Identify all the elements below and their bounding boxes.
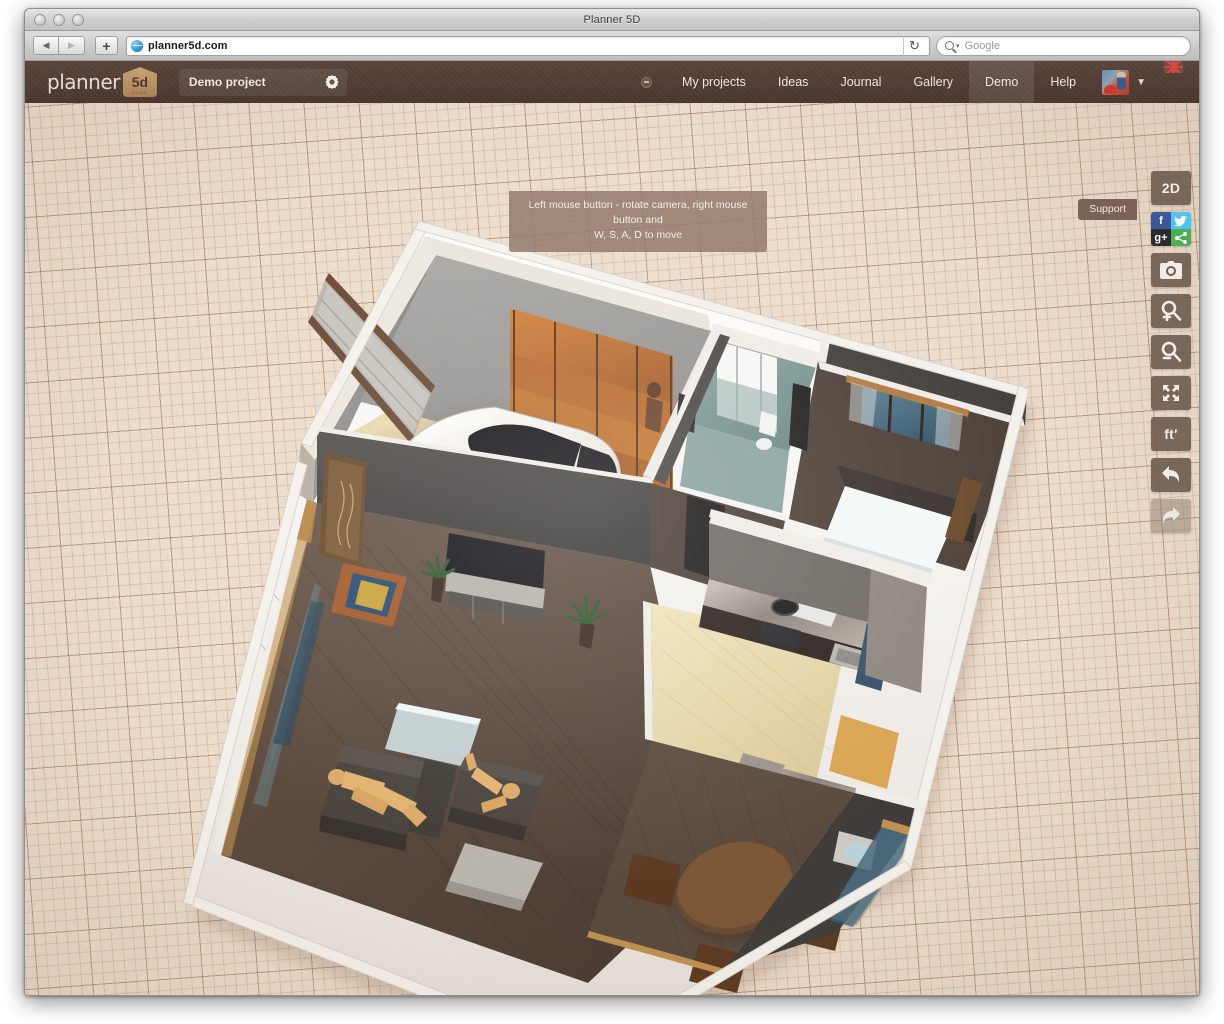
undo-icon (1160, 465, 1182, 485)
camera-hint-line-2: W, S, A, D to move (517, 228, 759, 243)
interior-door (319, 453, 367, 567)
back-button[interactable]: ◀ (33, 36, 59, 55)
project-name-text: Demo project (189, 75, 266, 89)
gear-icon[interactable] (325, 75, 339, 89)
zoom-in-button[interactable] (1151, 294, 1191, 328)
planner5d-app: MAZDA (25, 61, 1199, 996)
nav-item-ideas[interactable]: Ideas (762, 61, 825, 103)
nav-item-my-projects[interactable]: My projects (666, 61, 762, 103)
address-bar[interactable]: planner5d.com ↻ (126, 36, 930, 56)
nav-button-group: ◀ ▶ (33, 36, 85, 55)
language-flag-icon[interactable] (1164, 61, 1183, 73)
window-controls[interactable] (34, 14, 84, 26)
nav-item-gallery[interactable]: Gallery (897, 61, 969, 103)
brand-badge-number: 5d (132, 75, 148, 89)
units-button[interactable]: ft′ (1151, 417, 1191, 451)
new-tab-button[interactable]: + (95, 36, 118, 55)
undo-button[interactable] (1151, 458, 1191, 492)
nav-item-demo[interactable]: Demo (969, 61, 1034, 103)
forward-button[interactable]: ▶ (59, 36, 85, 55)
project-name-field[interactable]: Demo project (179, 69, 347, 96)
zoom-out-button[interactable] (1151, 335, 1191, 369)
redo-button[interactable] (1151, 499, 1191, 533)
search-icon (945, 41, 954, 50)
camera-icon (1160, 261, 1182, 279)
zoom-out-icon (1160, 341, 1182, 363)
reload-button[interactable]: ↻ (903, 36, 925, 56)
close-window-button[interactable] (34, 14, 46, 26)
minimize-window-button[interactable] (53, 14, 65, 26)
url-text: planner5d.com (148, 40, 228, 52)
nav-item-journal[interactable]: Journal (824, 61, 897, 103)
nav-item-help[interactable]: Help (1034, 61, 1092, 103)
units-label: ft′ (1164, 426, 1178, 442)
view-2d-label: 2D (1162, 180, 1181, 196)
window-title: Planner 5D (583, 14, 640, 26)
googleplus-share-icon[interactable]: g+ (1151, 229, 1171, 246)
search-input[interactable]: ▾ Google (936, 36, 1191, 56)
garage-person (645, 382, 663, 433)
main-nav: My projects Ideas Journal Gallery Demo H… (621, 61, 1199, 103)
brand-badge-icon: 5d HOME (123, 67, 157, 97)
fullscreen-button[interactable] (1151, 376, 1191, 410)
twitter-share-icon[interactable] (1171, 212, 1191, 229)
chevron-down-icon[interactable]: ▼ (1136, 77, 1146, 88)
camera-hint-line-1: Left mouse button - rotate camera, right… (517, 198, 759, 228)
screenshot-button[interactable] (1151, 253, 1191, 287)
zoom-in-icon (1160, 300, 1182, 322)
social-share-group[interactable]: f g+ (1151, 212, 1191, 246)
viewport-toolbar: 2D f g+ (1151, 171, 1191, 533)
brand-logo[interactable]: planner 5d HOME (47, 67, 157, 97)
share-icon[interactable] (1171, 229, 1191, 246)
avatar (1102, 70, 1129, 95)
browser-window: Planner 5D ◀ ▶ + planner5d.com ↻ ▾ Googl… (24, 8, 1200, 996)
chevron-down-icon[interactable]: ▾ (956, 42, 960, 50)
minus-circle-icon (641, 77, 652, 88)
search-placeholder: Google (965, 40, 1000, 52)
brand-text: planner (47, 70, 120, 94)
brand-badge-sub: HOME (132, 90, 148, 95)
browser-titlebar: Planner 5D (25, 9, 1199, 31)
maximize-window-button[interactable] (72, 14, 84, 26)
redo-icon (1160, 506, 1182, 526)
view-2d-button[interactable]: 2D (1151, 171, 1191, 205)
fullscreen-icon (1161, 383, 1181, 403)
design-canvas[interactable]: MAZDA (25, 103, 1199, 996)
account-menu[interactable]: ▼ (1092, 61, 1154, 103)
facebook-share-icon[interactable]: f (1151, 212, 1171, 229)
globe-icon (131, 40, 143, 52)
nav-menu-toggle[interactable] (621, 61, 666, 103)
app-header: planner 5d HOME Demo project (25, 61, 1199, 103)
support-button[interactable]: Support (1078, 199, 1137, 220)
browser-toolbar: ◀ ▶ + planner5d.com ↻ ▾ Google (25, 31, 1199, 61)
camera-hint-tooltip: Left mouse button - rotate camera, right… (509, 191, 767, 252)
